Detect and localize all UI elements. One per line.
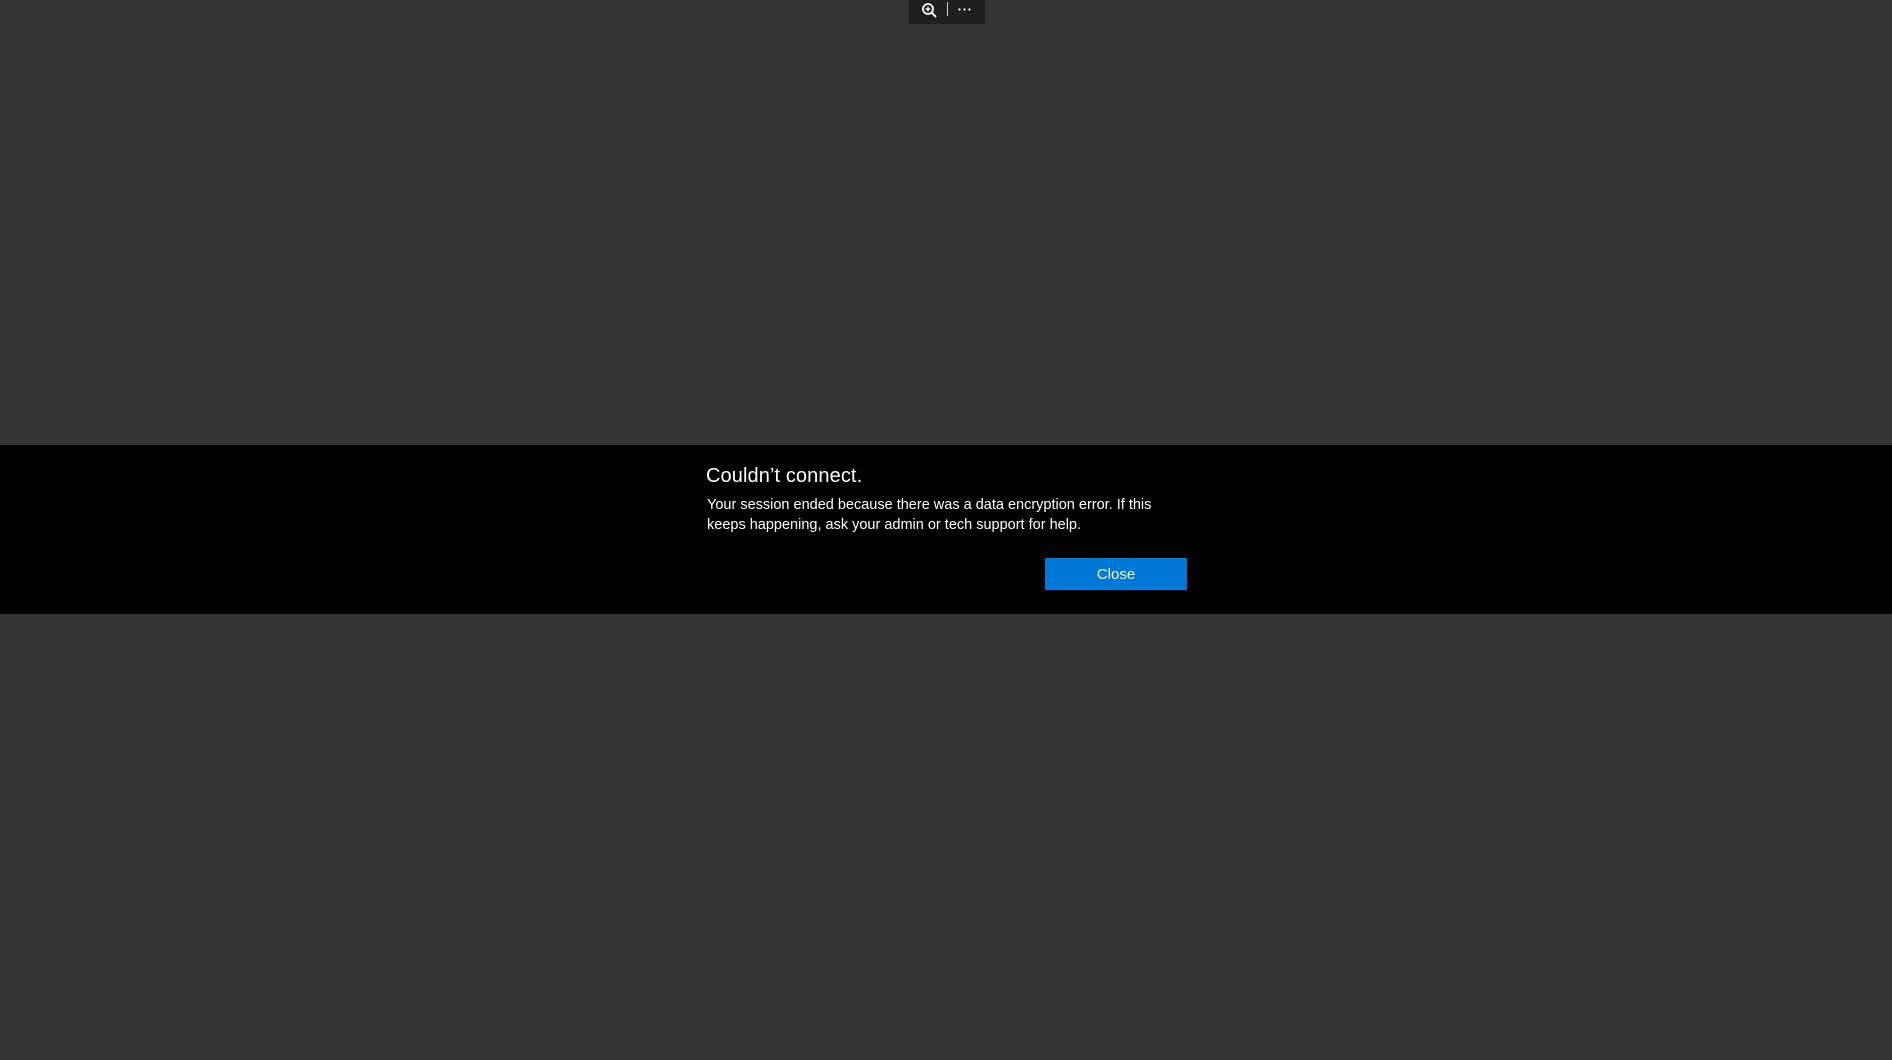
dialog-title: Couldn’t connect. [706,465,863,487]
error-banner: Couldn’t connect. Your session ended bec… [0,445,1892,614]
remote-session-window: Couldn’t connect. Your session ended bec… [0,0,1892,1060]
dialog-message: Your session ended because there was a d… [707,497,1152,533]
error-dialog: Couldn’t connect. Your session ended bec… [706,445,1188,614]
zoom-in-icon [921,3,939,21]
more-options-button[interactable] [948,0,982,24]
close-button[interactable]: Close [1045,558,1187,590]
zoom-button[interactable] [913,0,947,24]
more-icon [956,3,974,21]
connection-toolbar [909,0,985,24]
